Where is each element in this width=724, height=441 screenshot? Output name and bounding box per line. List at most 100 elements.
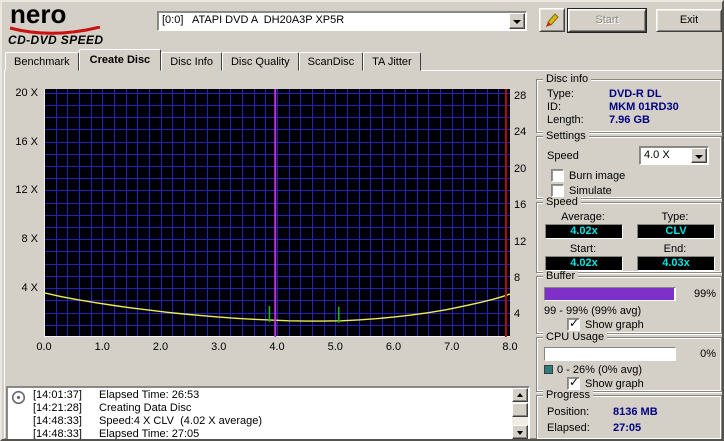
- exit-button-label: Exit: [657, 10, 721, 31]
- y-tick-right: 24: [514, 126, 526, 138]
- chart-plot: [44, 89, 510, 337]
- buffer-group: Buffer 99% 99 - 99% (99% avg) ✓ Show gra…: [536, 276, 722, 334]
- exit-button[interactable]: Exit: [656, 9, 722, 32]
- average-speed-display: 4.02x: [545, 224, 623, 239]
- cpu-bar: [544, 347, 676, 361]
- average-label: Average:: [543, 211, 623, 223]
- disc-id-value: MKM 01RD30: [609, 101, 679, 113]
- elapsed-label: Elapsed:: [547, 422, 590, 434]
- progress-title: Progress: [543, 390, 593, 401]
- cpu-usage-title: CPU Usage: [543, 332, 607, 343]
- tab-bar: BenchmarkCreate DiscDisc InfoDisc Qualit…: [5, 49, 421, 71]
- buffer-title: Buffer: [543, 271, 578, 282]
- y-tick-left: 8 X: [21, 233, 38, 245]
- disc-info-group: Disc info Type: DVD-R DL ID: MKM 01RD30 …: [536, 79, 722, 133]
- position-label: Position:: [547, 406, 589, 418]
- logo-subtitle: CD-DVD SPEED: [8, 33, 103, 47]
- nero-cd-dvd-speed-window: nero CD-DVD SPEED [0:0] ATAPI DVD A DH20…: [0, 0, 724, 441]
- x-tick: 3.0: [204, 341, 234, 353]
- tab-benchmark[interactable]: Benchmark: [5, 52, 79, 71]
- x-tick: 5.0: [320, 341, 350, 353]
- burn-image-label: Burn image: [569, 170, 625, 182]
- x-axis-labels: 0.01.02.03.04.05.06.07.08.0: [44, 341, 510, 354]
- disc-type-value: DVD-R DL: [609, 88, 662, 100]
- speed-group-title: Speed: [543, 197, 581, 208]
- buffer-percent: 99%: [676, 288, 716, 300]
- settings-title: Settings: [543, 131, 589, 142]
- y-axis-left-labels: 20 X16 X12 X8 X4 X: [2, 89, 41, 341]
- pen-icon: [543, 11, 561, 29]
- buffer-bar-fill: [545, 288, 674, 300]
- log-entries: [14:01:37]Elapsed Time: 26:53[14:21:28]C…: [33, 389, 511, 441]
- speed-group: Speed Average: Type: 4.02x CLV Start: En…: [536, 202, 722, 273]
- checkmark-icon: ✓: [569, 375, 579, 389]
- log-entry: [14:48:33]Speed:4 X CLV (4.02 X average): [33, 415, 511, 428]
- drive-selector-dropdown-button[interactable]: [509, 13, 525, 29]
- y-tick-right: 16: [514, 199, 526, 211]
- logo-nero-text: nero: [10, 1, 66, 27]
- write-options-button[interactable]: [539, 8, 565, 32]
- start-speed-label: Start:: [543, 243, 623, 255]
- write-type-display: CLV: [637, 224, 715, 239]
- end-speed-label: End:: [635, 243, 715, 255]
- speed-select-dropdown-button[interactable]: [691, 148, 707, 163]
- tab-disc-quality[interactable]: Disc Quality: [222, 52, 299, 71]
- tab-scandisc[interactable]: ScanDisc: [299, 52, 363, 71]
- y-tick-left: 12 X: [15, 184, 38, 196]
- y-tick-right: 12: [514, 236, 526, 248]
- checkmark-icon: ✓: [569, 316, 579, 330]
- log-entry: [14:01:37]Elapsed Time: 26:53: [33, 389, 511, 402]
- x-tick: 4.0: [262, 341, 292, 353]
- end-speed-display: 4.03x: [637, 256, 715, 271]
- x-tick: 0.0: [29, 341, 59, 353]
- scrollbar[interactable]: [512, 388, 528, 439]
- disc-length-value: 7.96 GB: [609, 114, 650, 126]
- drive-selector[interactable]: [0:0] ATAPI DVD A DH20A3P XP5R: [157, 11, 527, 31]
- y-tick-right: 4: [514, 308, 520, 320]
- buffer-range: 99 - 99% (99% avg): [544, 305, 641, 317]
- tab-ta-jitter[interactable]: TA Jitter: [363, 52, 421, 71]
- burn-image-checkbox[interactable]: [551, 169, 564, 182]
- y-tick-left: 4 X: [21, 282, 38, 294]
- y-tick-right: 28: [514, 90, 526, 102]
- chevron-down-icon: [695, 155, 703, 159]
- progress-group: Progress Position: 8136 MB Elapsed: 27:0…: [536, 395, 722, 440]
- chevron-down-icon: [513, 20, 521, 24]
- disc-icon: [11, 390, 26, 405]
- chart-canvas: [44, 89, 510, 337]
- scrollbar-thumb[interactable]: [512, 403, 528, 417]
- cpu-show-graph-label: Show graph: [585, 378, 644, 390]
- buffer-bar: [544, 287, 676, 301]
- cpu-graph-color-swatch: [544, 365, 553, 374]
- disc-info-title: Disc info: [543, 74, 591, 85]
- buffer-show-graph-label: Show graph: [585, 319, 644, 331]
- disc-type-label: Type:: [547, 88, 574, 100]
- scroll-up-button[interactable]: [512, 388, 528, 402]
- start-button-label: Start: [569, 10, 645, 31]
- drive-selector-value: [0:0] ATAPI DVD A DH20A3P XP5R: [162, 14, 508, 26]
- cpu-percent: 0%: [676, 348, 716, 360]
- log-entry: [14:48:33]Elapsed Time: 27:05: [33, 428, 511, 441]
- x-tick: 6.0: [379, 341, 409, 353]
- log-entry: [14:21:28]Creating Data Disc: [33, 402, 511, 415]
- speed-label: Speed: [547, 150, 579, 162]
- cpu-usage-group: CPU Usage 0% 0 - 26% (0% avg) ✓ Show gra…: [536, 337, 722, 392]
- type-label: Type:: [635, 211, 715, 223]
- scroll-down-button[interactable]: [512, 425, 528, 439]
- x-tick: 1.0: [87, 341, 117, 353]
- app-logo: nero CD-DVD SPEED: [8, 5, 153, 47]
- start-speed-display: 4.02x: [545, 256, 623, 271]
- start-button[interactable]: Start: [568, 9, 646, 32]
- log-list[interactable]: [14:01:37]Elapsed Time: 26:53[14:21:28]C…: [6, 386, 530, 441]
- settings-group: Settings Speed 4.0 X Burn image Simulate: [536, 136, 722, 199]
- arrow-up-icon: [517, 393, 523, 397]
- buffer-show-graph-checkbox[interactable]: ✓: [567, 318, 580, 331]
- tab-disc-info[interactable]: Disc Info: [161, 52, 222, 71]
- speed-select[interactable]: 4.0 X: [639, 146, 709, 165]
- tab-create-disc[interactable]: Create Disc: [79, 49, 162, 71]
- x-tick: 8.0: [495, 341, 525, 353]
- y-tick-right: 8: [514, 272, 520, 284]
- x-tick: 2.0: [146, 341, 176, 353]
- position-value: 8136 MB: [613, 406, 658, 418]
- y-axis-right-labels: 282420161284: [513, 89, 534, 341]
